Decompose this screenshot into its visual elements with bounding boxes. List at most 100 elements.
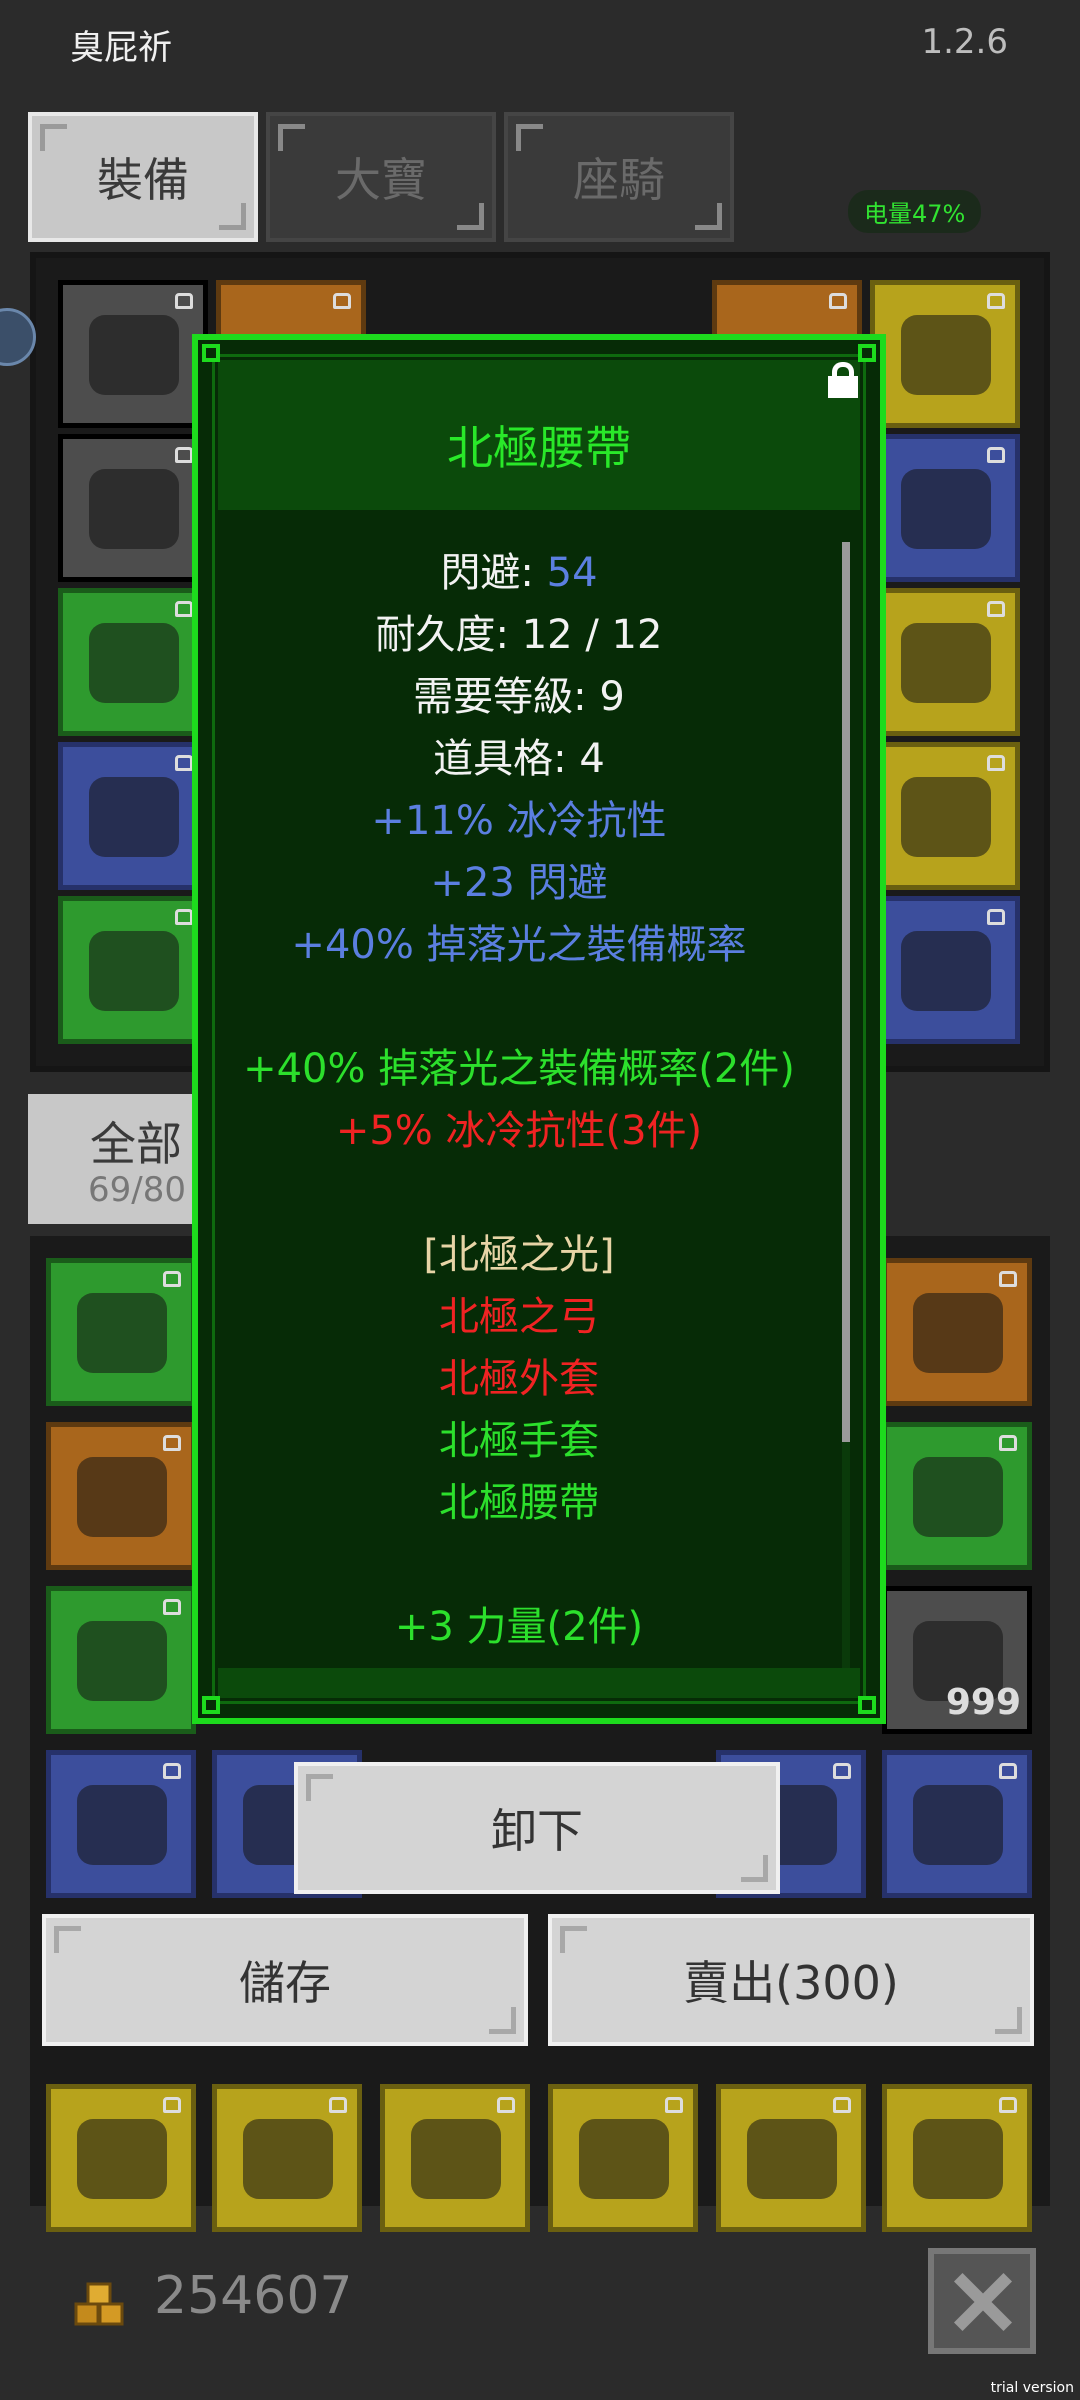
lock-icon [163,1271,181,1287]
corner-decoration [489,2007,516,2034]
player-name: 臭屁祈 [70,28,172,68]
inventory-slot[interactable] [882,1750,1032,1898]
corner-decoration [40,124,67,151]
lock-icon [987,601,1005,617]
stat-durability: 耐久度: 12 / 12 [375,612,663,658]
lock-icon [833,1763,851,1779]
equip-slot-ring[interactable] [870,434,1020,582]
lock-icon [987,909,1005,925]
equip-slot-pet[interactable] [870,896,1020,1044]
bird-icon [901,931,991,1011]
popup-scroll-thumb[interactable] [842,542,850,1442]
equip-slot-helmet[interactable] [58,280,208,428]
helmet-icon [579,2119,669,2199]
helmet-icon [77,2119,167,2199]
corner-decoration [202,344,220,362]
ring-icon [913,1785,1003,1865]
inventory-slot[interactable] [548,2084,698,2232]
inventory-slot[interactable] [882,1258,1032,1406]
item-name: 北極腰帶 [447,421,631,475]
corner-decoration [858,1696,876,1714]
inventory-slot[interactable] [212,2084,362,2232]
equip-slot-belt[interactable] [58,896,208,1044]
corner-decoration [695,203,722,230]
corner-decoration [741,1855,768,1882]
unequip-button[interactable]: 卸下 [294,1762,780,1894]
lock-icon [497,2097,515,2113]
lock-icon [175,755,193,771]
helmet-icon [89,315,179,395]
helmet-icon [243,2119,333,2199]
lock-icon [999,2097,1017,2113]
stat-value: 54 [546,550,598,596]
inventory-slot[interactable] [46,1586,196,1734]
tab-label: 裝備 [97,153,189,207]
inventory-slot[interactable] [46,2084,196,2232]
magic-mod: +23 閃避 [430,860,608,906]
equip-slot-offhand[interactable] [870,742,1020,890]
set-bonus-inactive: +5% 冰冷抗性(3件) [335,1108,703,1154]
lock-icon [163,1763,181,1779]
inventory-slot[interactable] [380,2084,530,2232]
lock-icon [329,2097,347,2113]
scroll-icon [77,1785,167,1865]
ring-icon [901,623,991,703]
stack-count: 999 [945,1682,1021,1723]
lock-icon [175,447,193,463]
set-bonus-active: +40% 掉落光之裝備概率(2件) [243,1046,795,1092]
equip-slot-amulet[interactable] [870,280,1020,428]
inventory-slot[interactable] [716,2084,866,2232]
set-name: [北極之光] [423,1232,615,1278]
lock-icon [163,1599,181,1615]
inventory-slot[interactable] [882,1422,1032,1570]
item-stats: 閃避: 54 耐久度: 12 / 12 需要等級: 9 道具格: 4 +11% … [198,542,840,1658]
inventory-slot[interactable] [46,1258,196,1406]
lock-icon [987,293,1005,309]
battery-badge: 电量47% [848,190,982,233]
corner-decoration [219,203,246,230]
equip-slot-boots[interactable] [58,742,208,890]
lock-icon [175,601,193,617]
inventory-slot[interactable] [46,1422,196,1570]
trial-watermark: trial version [990,2380,1074,2396]
lock-icon [999,1435,1017,1451]
magic-mod: +40% 掉落光之裝備概率 [291,922,747,968]
gold-coins-icon [74,2282,124,2326]
helmet-icon [747,2119,837,2199]
stat-label: 閃避: [440,550,547,596]
inventory-slot-stack[interactable]: 999 [882,1586,1032,1734]
equip-slot-ring2[interactable] [870,588,1020,736]
armor-icon [89,469,179,549]
sell-button[interactable]: 賣出(300) [548,1914,1034,2046]
sword-icon [77,1457,167,1537]
inventory-slot[interactable] [46,1750,196,1898]
lock-icon [175,293,193,309]
close-button[interactable] [928,2248,1036,2354]
lock-icon [665,2097,683,2113]
belt-icon [89,931,179,1011]
store-button[interactable]: 儲存 [42,1914,528,2046]
tab-mount[interactable]: 座騎 [504,112,734,242]
lock-icon [999,1271,1017,1287]
lock-toggle-icon[interactable] [828,362,858,398]
set-item-missing: 北極之弓 [439,1294,599,1340]
boots-icon [89,777,179,857]
equip-slot-gloves[interactable] [58,588,208,736]
lock-icon [163,1435,181,1451]
equip-slot-armor[interactable] [58,434,208,582]
inventory-count: 69/80 [88,1170,186,1210]
helmet-icon [411,2119,501,2199]
tab-equipment[interactable]: 裝備 [28,112,258,242]
wing-icon [901,777,991,857]
corner-decoration [278,124,305,151]
lock-icon [833,2097,851,2113]
hat-icon [77,1293,167,1373]
item-detail-popup: 北極腰帶 閃避: 54 耐久度: 12 / 12 需要等級: 9 道具格: 4 … [192,334,886,1724]
set-item-owned: 北極腰帶 [439,1480,599,1526]
button-label: 儲存 [239,1956,331,2010]
set-item-missing: 北極外套 [439,1356,599,1402]
tab-treasure[interactable]: 大寶 [266,112,496,242]
inventory-slot[interactable] [882,2084,1032,2232]
